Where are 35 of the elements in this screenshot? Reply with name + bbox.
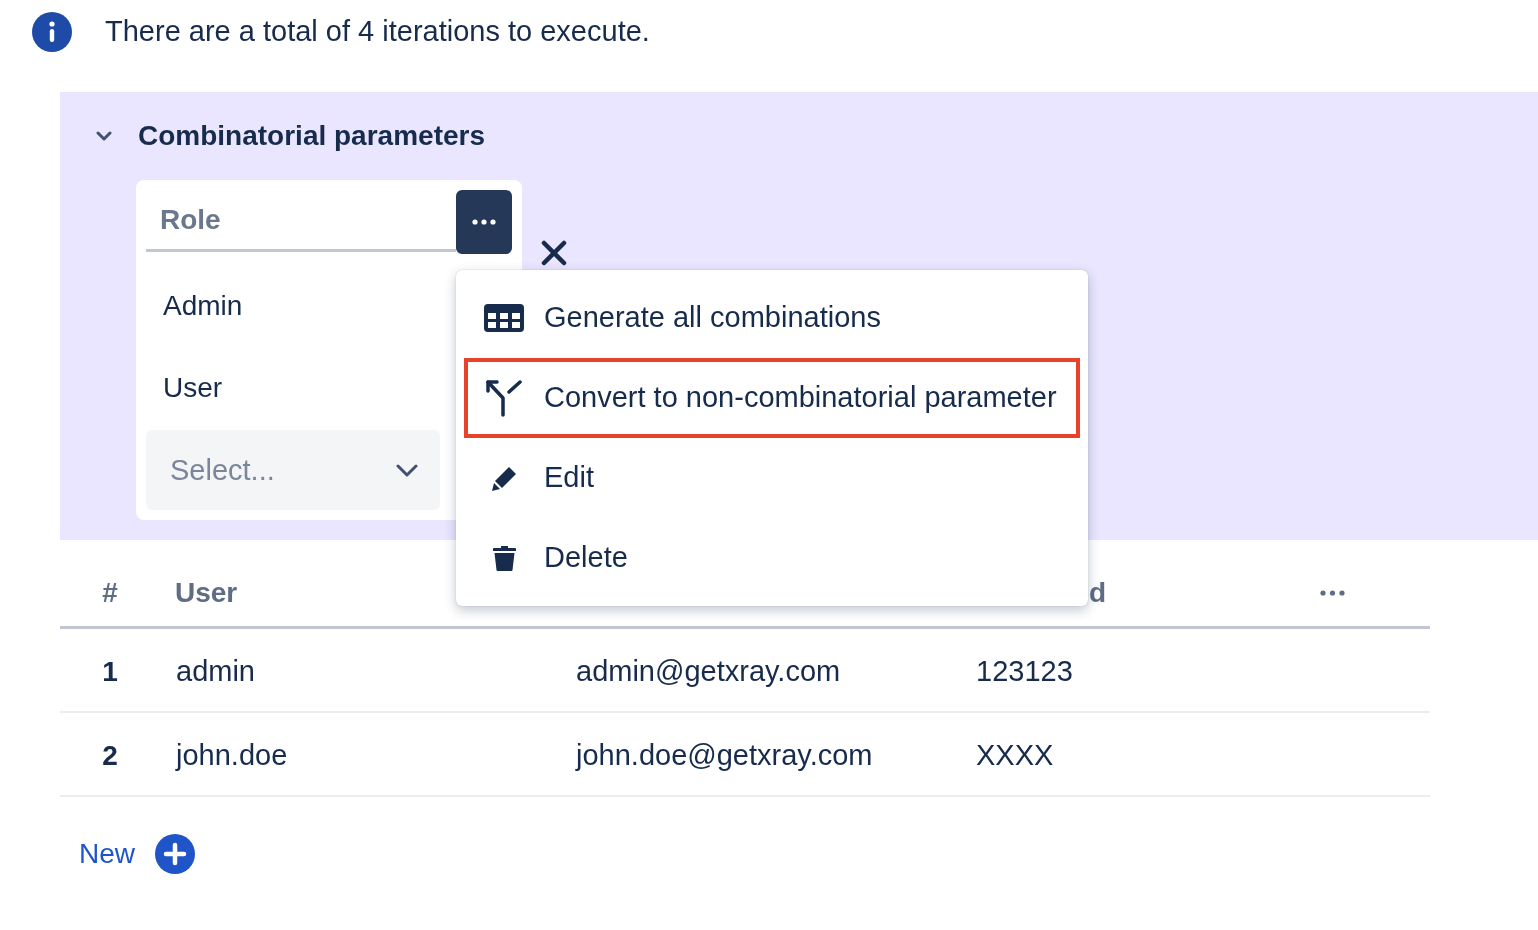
select-field[interactable]: Select... bbox=[146, 430, 440, 510]
table-cell: 123123 bbox=[976, 655, 1073, 688]
table-cell: XXXX bbox=[976, 739, 1054, 772]
menu-item[interactable]: Edit bbox=[464, 438, 1080, 518]
column-header: User bbox=[175, 577, 238, 608]
parameter-value: User bbox=[163, 371, 223, 405]
trash-icon bbox=[492, 545, 516, 571]
info-icon bbox=[32, 12, 72, 52]
split-arrow-icon bbox=[485, 379, 523, 417]
pencil-icon bbox=[491, 465, 517, 491]
close-button[interactable] bbox=[541, 240, 567, 266]
menu-item[interactable]: Convert to non-combinatorial parameter bbox=[464, 358, 1080, 438]
table-cell: admin@getxray.com bbox=[576, 655, 841, 688]
parameter-value: Admin bbox=[163, 289, 243, 323]
table-cell: admin bbox=[176, 655, 255, 688]
new-button[interactable]: New bbox=[79, 833, 195, 875]
more-options-button[interactable] bbox=[456, 190, 512, 254]
plus-icon bbox=[155, 834, 195, 874]
panel-title: Combinatorial parameters bbox=[138, 119, 485, 153]
menu-item[interactable]: Delete bbox=[464, 518, 1080, 598]
column-header: # bbox=[102, 576, 118, 610]
menu-item[interactable]: Generate all combinations bbox=[464, 278, 1080, 358]
ellipsis-icon bbox=[472, 219, 496, 225]
table-cell: john.doe@getxray.com bbox=[576, 739, 873, 772]
row-number: 2 bbox=[102, 739, 118, 773]
close-icon bbox=[541, 240, 567, 266]
more-icon[interactable] bbox=[1320, 590, 1345, 596]
chevron-down-icon[interactable] bbox=[96, 131, 112, 141]
info-message: There are a total of 4 iterations to execute. bbox=[105, 14, 650, 50]
parameter-name: Role bbox=[160, 202, 221, 237]
table-cell: john.doe bbox=[176, 739, 288, 772]
chevron-down-icon bbox=[396, 464, 418, 477]
column-header: d bbox=[1089, 577, 1107, 608]
row-number: 1 bbox=[102, 655, 118, 689]
grid-icon bbox=[484, 304, 524, 332]
